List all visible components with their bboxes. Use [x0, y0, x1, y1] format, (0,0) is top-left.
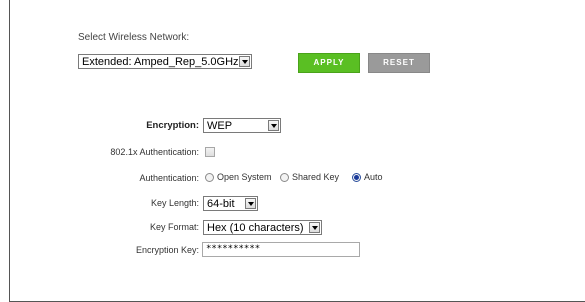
- encryption-value: WEP: [207, 120, 233, 132]
- reset-button[interactable]: RESET: [368, 53, 430, 73]
- auth8021x-label: 802.1x Authentication:: [110, 147, 199, 157]
- auth-shared-key-label[interactable]: Shared Key: [292, 172, 339, 182]
- auth8021x-checkbox[interactable]: [205, 147, 215, 157]
- key-format-value: Hex (10 characters): [207, 222, 304, 234]
- chevron-down-icon[interactable]: [245, 198, 256, 209]
- wireless-network-select[interactable]: Extended: Amped_Rep_5.0GHz: [78, 54, 252, 69]
- chevron-down-icon[interactable]: [239, 56, 250, 67]
- auth-open-system-label[interactable]: Open System: [217, 172, 272, 182]
- apply-button[interactable]: APPLY: [298, 53, 360, 73]
- key-format-select[interactable]: Hex (10 characters): [203, 220, 322, 235]
- auth-auto-radio[interactable]: [352, 173, 361, 182]
- encryption-select[interactable]: WEP: [203, 118, 281, 133]
- encryption-key-label: Encryption Key:: [135, 245, 199, 255]
- auth-open-system-radio[interactable]: [205, 173, 214, 182]
- chevron-down-icon[interactable]: [268, 120, 279, 131]
- key-length-select[interactable]: 64-bit: [203, 196, 258, 211]
- key-length-value: 64-bit: [207, 198, 235, 210]
- chevron-down-icon[interactable]: [309, 222, 320, 233]
- key-format-label: Key Format:: [149, 222, 199, 232]
- authentication-label: Authentication:: [139, 173, 199, 183]
- auth-auto-label[interactable]: Auto: [364, 172, 383, 182]
- wireless-network-value: Extended: Amped_Rep_5.0GHz: [82, 56, 239, 68]
- key-length-label: Key Length:: [150, 198, 199, 208]
- auth-shared-key-radio[interactable]: [280, 173, 289, 182]
- encryption-label: Encryption:: [146, 120, 199, 131]
- select-network-label: Select Wireless Network:: [78, 32, 190, 43]
- encryption-key-input[interactable]: **********: [202, 242, 360, 257]
